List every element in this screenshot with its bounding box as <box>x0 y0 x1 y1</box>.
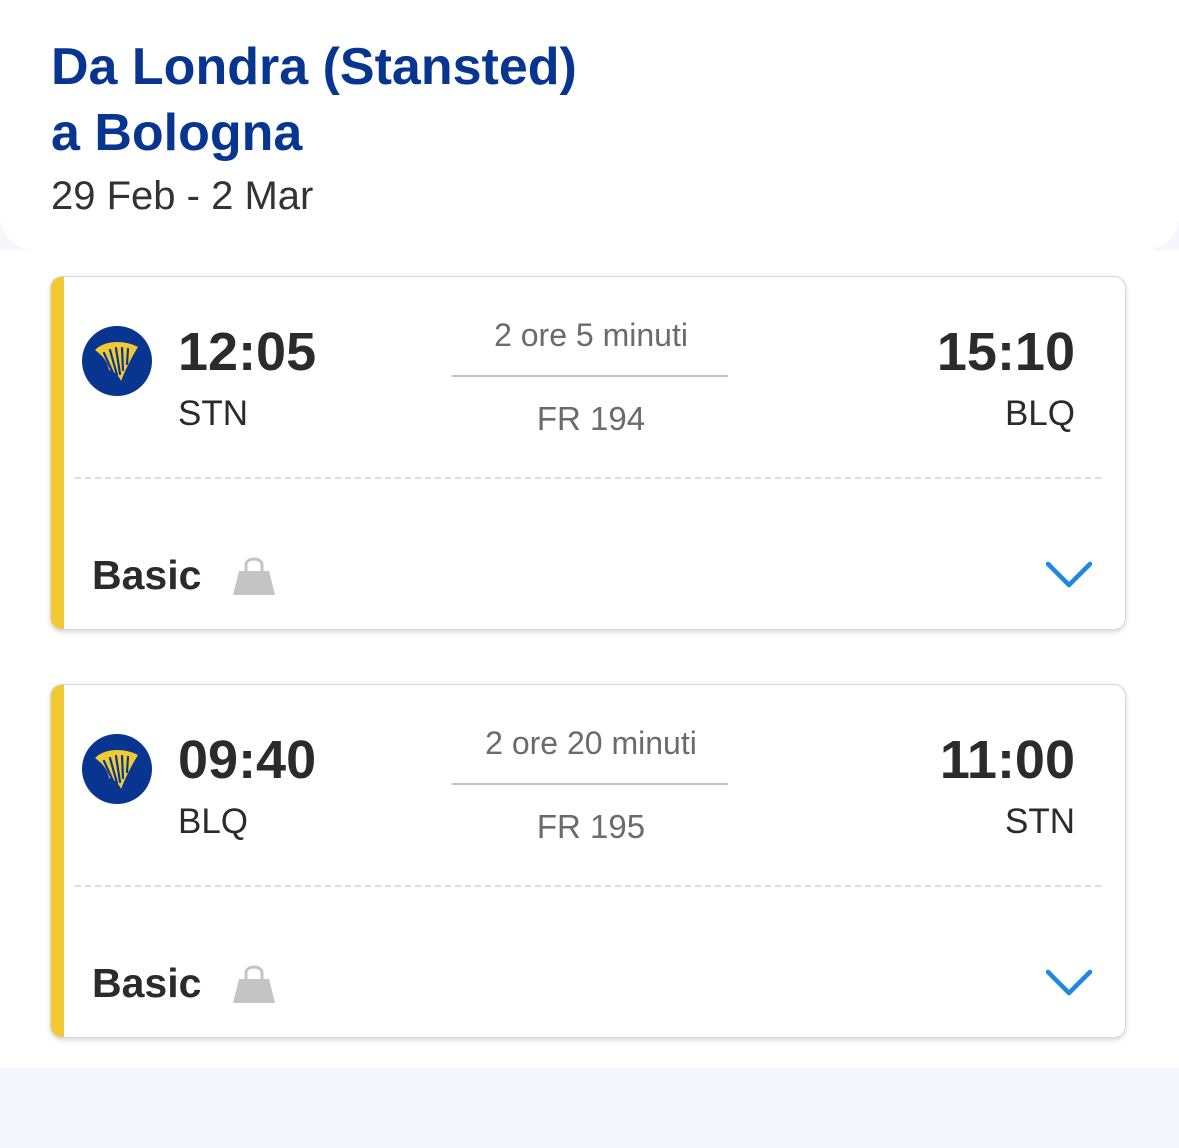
handbag-icon <box>233 965 275 1003</box>
card-divider <box>75 477 1101 479</box>
flight-number: FR 194 <box>536 400 646 437</box>
card-divider <box>75 885 1101 887</box>
expand-button[interactable] <box>1043 957 1095 1009</box>
flight-card-outbound[interactable]: 12:05 STN 2 ore 5 minuti FR 194 15:10 BL… <box>50 276 1126 630</box>
arrival-time: 11:00 <box>939 730 1075 790</box>
travel-dates: 29 Feb - 2 Mar <box>51 174 314 218</box>
route-title-origin: Da Londra (Stansted) <box>51 38 577 96</box>
departure-time: 09:40 <box>178 730 317 790</box>
arrival-time: 15:10 <box>936 322 1075 382</box>
departure-airport: BLQ <box>178 802 249 841</box>
flight-number: FR 195 <box>536 808 646 845</box>
flight-card-return[interactable]: 09:40 BLQ 2 ore 20 minuti FR 195 11:00 S… <box>50 684 1126 1038</box>
fare-accent-bar <box>51 685 64 1037</box>
fare-accent-bar <box>51 277 64 629</box>
fare-name: Basic <box>92 960 202 1006</box>
expand-button[interactable] <box>1043 549 1095 601</box>
arrival-airport: BLQ <box>1004 394 1075 433</box>
route-title-destination: a Bologna <box>51 104 303 162</box>
route-line <box>452 375 728 377</box>
ryanair-harp-icon <box>82 326 152 396</box>
handbag-icon <box>233 557 275 595</box>
chevron-down-icon <box>1045 561 1093 588</box>
departure-airport: STN <box>178 394 248 433</box>
flight-list: 12:05 STN 2 ore 5 minuti FR 194 15:10 BL… <box>0 250 1179 1068</box>
flight-duration: 2 ore 20 minuti <box>485 725 697 761</box>
ryanair-harp-icon <box>82 734 152 804</box>
flight-duration: 2 ore 5 minuti <box>494 317 688 353</box>
chevron-down-icon <box>1045 969 1093 996</box>
fare-name: Basic <box>92 552 202 598</box>
arrival-airport: STN <box>1005 802 1075 841</box>
route-line <box>452 783 728 785</box>
page-title: Da Londra (Stansted) a Bologna <box>51 34 951 166</box>
route-header: Da Londra (Stansted) a Bologna 29 Feb - … <box>0 0 1179 250</box>
departure-time: 12:05 <box>178 322 317 382</box>
